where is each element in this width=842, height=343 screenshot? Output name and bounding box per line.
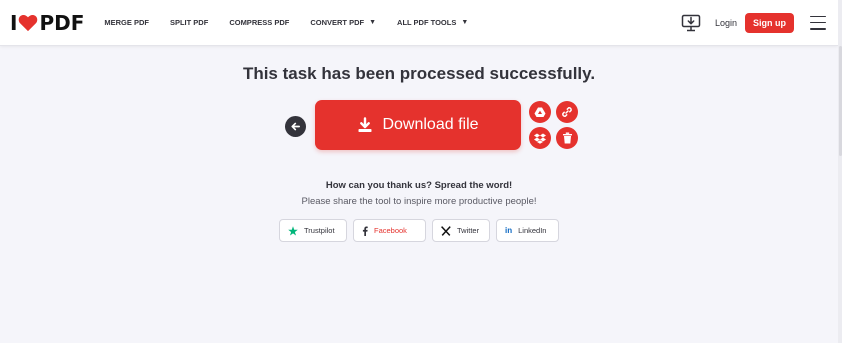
hamburger-menu-icon[interactable] bbox=[810, 15, 826, 30]
desktop-download-icon[interactable] bbox=[680, 13, 702, 33]
nav-convert-pdf[interactable]: CONVERT PDF ▼ bbox=[310, 18, 376, 27]
dropbox-button[interactable] bbox=[529, 127, 551, 149]
nav-split-pdf[interactable]: SPLIT PDF bbox=[170, 18, 208, 27]
facebook-icon bbox=[362, 226, 368, 236]
social-label: Trustpilot bbox=[304, 226, 335, 235]
arrow-left-icon bbox=[291, 122, 300, 131]
social-label: Twitter bbox=[457, 226, 480, 235]
nav-label: COMPRESS PDF bbox=[229, 18, 290, 27]
nav-all-pdf-tools[interactable]: ALL PDF TOOLS ▼ bbox=[397, 18, 468, 27]
linkedin-icon: in bbox=[505, 226, 513, 235]
nav-label: ALL PDF TOOLS bbox=[397, 18, 457, 27]
download-label: Download file bbox=[382, 116, 479, 133]
linkedin-button[interactable]: in LinkedIn bbox=[496, 219, 559, 242]
nav-label: CONVERT PDF bbox=[310, 18, 365, 27]
scrollbar[interactable] bbox=[838, 0, 842, 343]
login-link[interactable]: Login bbox=[715, 18, 737, 28]
back-arrow-button[interactable] bbox=[285, 116, 306, 137]
link-icon bbox=[562, 107, 572, 117]
nav-compress-pdf[interactable]: COMPRESS PDF bbox=[229, 18, 289, 27]
download-file-button[interactable]: Download file bbox=[315, 100, 521, 150]
header-actions: Login Sign up bbox=[680, 12, 826, 33]
facebook-button[interactable]: Facebook bbox=[353, 219, 426, 242]
google-drive-icon bbox=[534, 107, 546, 117]
nav-label: SPLIT PDF bbox=[169, 18, 209, 27]
top-navbar: I PDF MERGE PDF SPLIT PDF COMPRESS PDF C… bbox=[0, 0, 838, 46]
nav-merge-pdf[interactable]: MERGE PDF bbox=[104, 18, 149, 27]
x-icon bbox=[441, 225, 451, 236]
copy-link-button[interactable] bbox=[556, 101, 578, 123]
caret-down-icon: ▼ bbox=[369, 19, 377, 26]
share-subheading: Please share the tool to inspire more pr… bbox=[301, 196, 537, 207]
delete-button[interactable] bbox=[556, 127, 578, 149]
main-nav: MERGE PDF SPLIT PDF COMPRESS PDF CONVERT… bbox=[104, 18, 489, 27]
social-share-row: Trustpilot Facebook Twitter in LinkedIn bbox=[0, 219, 838, 242]
page-title: This task has been processed successfull… bbox=[242, 64, 596, 83]
logo-text-pdf: PDF bbox=[39, 10, 85, 35]
social-label: Facebook bbox=[374, 226, 407, 235]
caret-down-icon: ▼ bbox=[461, 19, 469, 26]
dropbox-icon bbox=[534, 133, 546, 144]
share-heading: How can you thank us? Spread the word! bbox=[325, 180, 513, 191]
google-drive-button[interactable] bbox=[529, 101, 551, 123]
heart-icon bbox=[19, 14, 38, 31]
star-icon bbox=[288, 225, 298, 236]
nav-label: MERGE PDF bbox=[104, 18, 149, 27]
ilovepdf-logo[interactable]: I PDF bbox=[10, 0, 84, 46]
social-label: LinkedIn bbox=[518, 226, 547, 235]
trash-icon bbox=[562, 132, 572, 144]
twitter-button[interactable]: Twitter bbox=[432, 219, 490, 242]
download-icon bbox=[358, 117, 372, 132]
signup-button[interactable]: Sign up bbox=[745, 12, 794, 33]
page: I PDF MERGE PDF SPLIT PDF COMPRESS PDF C… bbox=[0, 0, 842, 343]
logo-letter-i: I bbox=[10, 10, 18, 35]
trustpilot-button[interactable]: Trustpilot bbox=[279, 219, 347, 242]
